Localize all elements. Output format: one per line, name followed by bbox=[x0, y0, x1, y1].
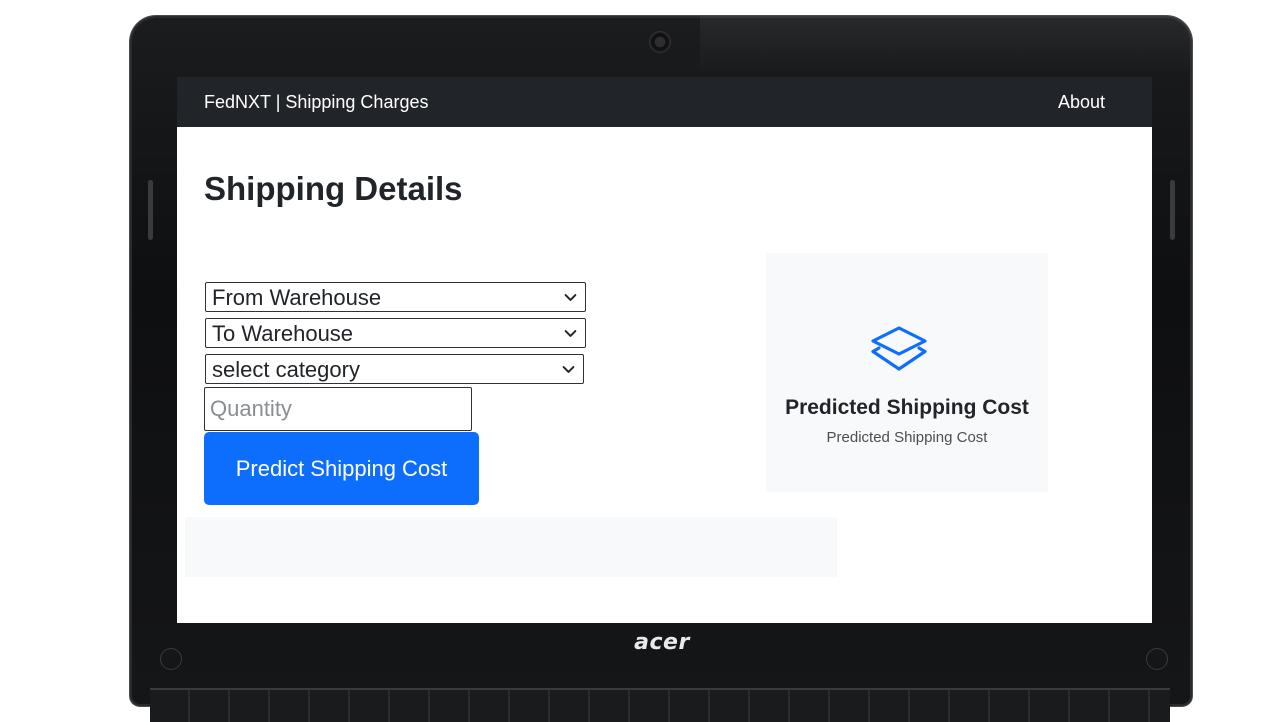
layers-icon bbox=[871, 326, 927, 371]
laptop-frame: acer FedNXT | Shipping Charges About Shi… bbox=[0, 0, 1280, 722]
category-value: select category bbox=[212, 357, 360, 382]
bezel-bumper-right bbox=[1146, 648, 1168, 670]
to-warehouse-value: To Warehouse bbox=[212, 321, 354, 346]
result-panel bbox=[185, 517, 837, 577]
to-warehouse-select[interactable]: To Warehouse bbox=[205, 318, 586, 348]
category-select[interactable]: select category bbox=[205, 354, 584, 384]
laptop-brand-logo: acer bbox=[634, 630, 690, 655]
webcam-icon bbox=[650, 32, 670, 52]
chevron-down-icon bbox=[564, 294, 577, 301]
nav-link-about[interactable]: About bbox=[1058, 91, 1105, 113]
top-navbar: FedNXT | Shipping Charges About bbox=[177, 77, 1152, 127]
keyboard bbox=[150, 688, 1170, 722]
quantity-input[interactable] bbox=[204, 387, 472, 431]
chevron-down-icon bbox=[562, 366, 575, 373]
from-warehouse-value: From Warehouse bbox=[212, 285, 382, 310]
predict-shipping-cost-button[interactable]: Predict Shipping Cost bbox=[204, 432, 479, 505]
card-title: Predicted Shipping Cost bbox=[785, 396, 1029, 419]
bezel-edge-left bbox=[148, 180, 153, 240]
bezel-bumper-left bbox=[160, 648, 182, 670]
app-screen: FedNXT | Shipping Charges About Shipping… bbox=[177, 77, 1152, 623]
bezel-edge-right bbox=[1170, 180, 1175, 240]
page-title: Shipping Details bbox=[204, 170, 463, 207]
chevron-down-icon bbox=[564, 330, 577, 337]
predicted-cost-value: Predicted Shipping Cost bbox=[826, 429, 988, 446]
prediction-card: Predicted Shipping Cost Predicted Shippi… bbox=[766, 253, 1048, 492]
navbar-brand[interactable]: FedNXT | Shipping Charges bbox=[204, 91, 428, 113]
from-warehouse-select[interactable]: From Warehouse bbox=[205, 282, 586, 312]
